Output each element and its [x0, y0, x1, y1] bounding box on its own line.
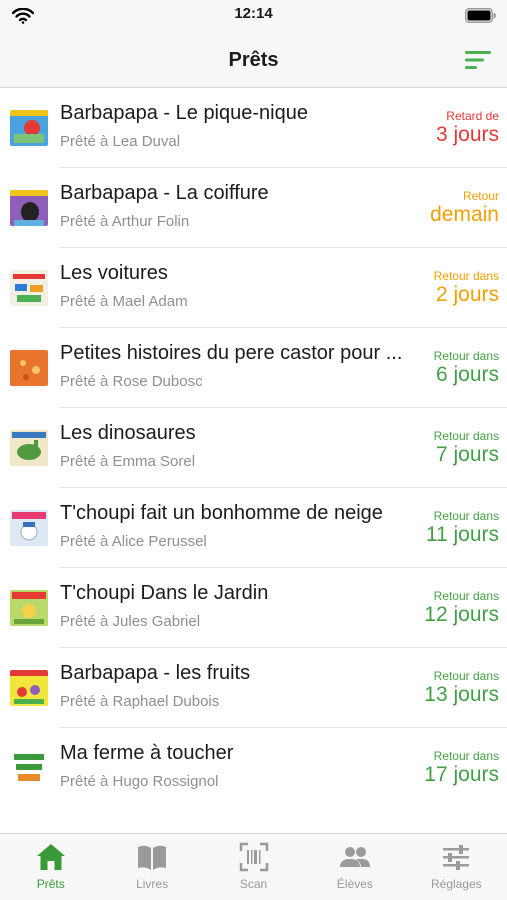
home-icon	[36, 844, 65, 870]
barcode-scan-icon	[239, 842, 268, 872]
due-status-value: 2 jours	[435, 283, 499, 306]
book-cover-thumbnail	[10, 430, 48, 466]
tab-livres[interactable]: Livres	[101, 834, 202, 900]
due-status-label: Retour dans	[433, 749, 499, 763]
book-cover-thumbnail	[10, 510, 48, 546]
status-bar: 12:14	[0, 0, 507, 30]
sliders-icon	[443, 845, 470, 870]
tab-eleves[interactable]: Élèves	[304, 834, 405, 900]
borrower-name: Prêté à Lea Duval	[60, 133, 181, 150]
tab-label: Prêts	[36, 877, 65, 891]
due-status-value: demain	[430, 203, 499, 226]
borrower-name: Prêté à Raphael Dubois	[60, 693, 220, 710]
loan-row[interactable]: Les dinosaures Prêté à Emma Sorel Retour…	[0, 408, 507, 488]
book-cover-thumbnail	[10, 110, 48, 146]
book-cover-thumbnail	[10, 350, 48, 386]
battery-icon	[465, 8, 497, 28]
due-status-value: 11 jours	[425, 523, 499, 546]
due-status-value: 7 jours	[435, 443, 499, 466]
due-status-value: 3 jours	[435, 123, 499, 146]
due-status-label: Retour dans	[433, 509, 499, 523]
tab-bar: Prêts Livres Scan Élèves Réglages	[0, 833, 507, 900]
borrower-name: Prêté à Jules Gabriel	[60, 613, 201, 630]
due-status-label: Retour dans	[433, 349, 499, 363]
loan-list: Barbapapa - Le pique-nique Prêté à Lea D…	[0, 88, 507, 833]
sort-button[interactable]	[463, 47, 495, 73]
tab-reglages[interactable]: Réglages	[406, 834, 507, 900]
loan-row[interactable]: T'choupi Dans le Jardin Prêté à Jules Ga…	[0, 568, 507, 648]
loan-row[interactable]: Ma ferme à toucher Prêté à Hugo Rossigno…	[0, 728, 507, 808]
book-title: Ma ferme à toucher	[60, 742, 234, 764]
borrower-name: Prêté à Rose Dubosc	[60, 373, 203, 390]
navigation-bar: Prêts	[0, 30, 507, 88]
page-title: Prêts	[228, 49, 279, 71]
book-cover-thumbnail	[10, 190, 48, 226]
book-cover-thumbnail	[10, 590, 48, 626]
loan-row[interactable]: Les voitures Prêté à Mael Adam Retour da…	[0, 248, 507, 328]
book-title: Barbapapa - les fruits	[60, 662, 251, 684]
book-title: T'choupi Dans le Jardin	[60, 582, 269, 604]
due-status-label: Retour	[462, 189, 499, 203]
people-icon	[339, 847, 370, 867]
borrower-name: Prêté à Arthur Folin	[60, 213, 190, 230]
tab-label: Scan	[239, 877, 268, 891]
due-status-label: Retard de	[446, 109, 499, 123]
book-cover-thumbnail	[10, 670, 48, 706]
status-time: 12:14	[234, 5, 273, 22]
borrower-name: Prêté à Mael Adam	[60, 293, 188, 310]
borrower-name: Prêté à Emma Sorel	[60, 453, 196, 470]
loan-row[interactable]: T'choupi fait un bonhomme de neige Prêté…	[0, 488, 507, 568]
due-status-value: 6 jours	[435, 363, 499, 386]
book-cover-thumbnail	[10, 750, 48, 786]
due-status-label: Retour dans	[433, 429, 499, 443]
due-status-value: 17 jours	[424, 763, 499, 786]
book-cover-thumbnail	[10, 270, 48, 306]
tab-scan[interactable]: Scan	[203, 834, 304, 900]
book-title: Les dinosaures	[60, 422, 196, 444]
loan-row[interactable]: Barbapapa - La coiffure Prêté à Arthur F…	[0, 168, 507, 248]
book-title: Barbapapa - Le pique-nique	[60, 102, 308, 124]
borrower-name: Prêté à Hugo Rossignol	[60, 773, 219, 790]
due-status-label: Retour dans	[433, 269, 499, 283]
due-status-label: Retour dans	[433, 669, 499, 683]
loan-row[interactable]: Barbapapa - les fruits Prêté à Raphael D…	[0, 648, 507, 728]
borrower-name: Prêté à Alice Perussel	[60, 533, 207, 550]
due-status-label: Retour dans	[433, 589, 499, 603]
loan-row[interactable]: Petites histoires du pere castor pour ..…	[0, 328, 507, 408]
book-title: Petites histoires du pere castor pour ..…	[60, 342, 403, 364]
book-title: Les voitures	[60, 262, 168, 284]
loan-row[interactable]: Barbapapa - Le pique-nique Prêté à Lea D…	[0, 88, 507, 168]
sort-icon	[465, 51, 491, 69]
book-title: Barbapapa - La coiffure	[60, 182, 269, 204]
due-status-value: 13 jours	[424, 683, 499, 706]
book-title: T'choupi fait un bonhomme de neige	[60, 502, 383, 524]
tab-label: Livres	[136, 877, 169, 891]
tab-label: Réglages	[430, 877, 482, 891]
book-icon	[138, 845, 167, 870]
tab-prets[interactable]: Prêts	[0, 834, 101, 900]
due-status-value: 12 jours	[424, 603, 499, 626]
tab-label: Élèves	[336, 877, 373, 891]
